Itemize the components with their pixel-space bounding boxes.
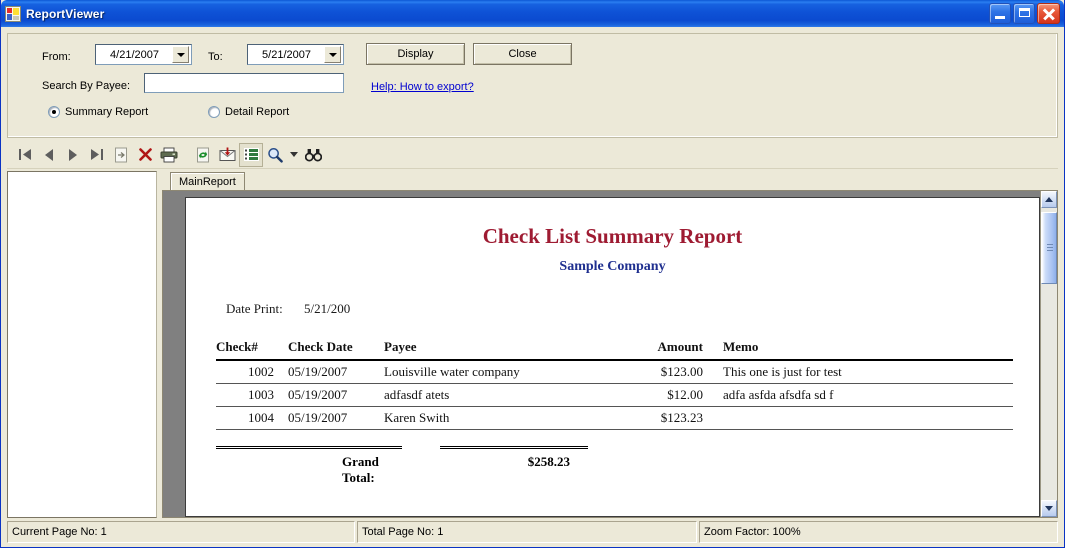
detail-report-label: Detail Report xyxy=(225,106,290,118)
cell-check-number: 1003 xyxy=(248,387,274,402)
report-viewer-area: MainReport Check List Summary Report Sam… xyxy=(7,171,1058,521)
column-header-amount: Amount xyxy=(657,339,703,354)
status-bar: Current Page No: 1 Total Page No: 1 Zoom… xyxy=(7,521,1058,543)
table-row: 1004 05/19/2007 Karen Swith $123.23 xyxy=(216,407,1013,430)
to-date-combo[interactable]: 5/21/2007 xyxy=(247,44,344,65)
previous-page-icon[interactable] xyxy=(37,143,61,167)
report-body: Check List Summary Report Sample Company… xyxy=(162,190,1058,518)
report-title: Check List Summary Report xyxy=(482,224,743,248)
grand-total-label: Grand Total: xyxy=(216,446,402,486)
display-button-label: Display xyxy=(397,48,434,60)
search-payee-input[interactable] xyxy=(144,73,344,93)
window-controls xyxy=(989,3,1062,24)
status-total-page: Total Page No: 1 xyxy=(357,521,697,543)
cell-check-date: 05/19/2007 xyxy=(288,410,348,425)
tab-main-report-label: MainReport xyxy=(179,175,236,188)
report-viewer-window: ReportViewer From: 4/21/2007 To: 5/21/20… xyxy=(0,0,1065,548)
cell-check-number: 1004 xyxy=(248,410,274,425)
title-bar: ReportViewer xyxy=(1,0,1064,27)
cell-memo: This one is just for test xyxy=(723,364,842,379)
summary-report-label: Summary Report xyxy=(65,106,149,118)
group-tree-panel[interactable] xyxy=(7,171,157,518)
scrollbar-track[interactable] xyxy=(1041,208,1057,500)
zoom-icon[interactable] xyxy=(263,143,287,167)
export-icon[interactable] xyxy=(215,143,239,167)
vertical-scrollbar[interactable] xyxy=(1040,191,1057,517)
cell-amount: $123.00 xyxy=(660,364,703,379)
search-text-icon[interactable] xyxy=(301,143,325,167)
stop-icon[interactable] xyxy=(133,143,157,167)
report-app-icon xyxy=(5,5,21,22)
grand-total-row: Grand Total: $258.23 xyxy=(216,446,1013,486)
report-subtitle: Sample Company xyxy=(559,259,666,274)
column-header-check-date: Check Date xyxy=(288,339,353,354)
cell-amount: $123.23 xyxy=(660,410,703,425)
grand-total-value: $258.23 xyxy=(440,446,588,486)
from-date-value: 4/21/2007 xyxy=(110,48,159,61)
column-header-check-number: Check# xyxy=(216,339,258,354)
from-date-combo[interactable]: 4/21/2007 xyxy=(95,44,192,65)
client-area: From: 4/21/2007 To: 5/21/2007 Search By … xyxy=(1,27,1064,521)
radio-indicator-summary[interactable] xyxy=(48,106,60,118)
first-page-icon[interactable] xyxy=(13,143,37,167)
to-label: To: xyxy=(208,51,223,63)
status-current-page: Current Page No: 1 xyxy=(7,521,355,543)
date-print-label: Date Print: xyxy=(226,301,283,316)
chevron-down-icon[interactable] xyxy=(324,46,341,63)
cell-payee: Louisville water company xyxy=(384,364,520,379)
minimize-button[interactable] xyxy=(989,3,1011,24)
cell-payee: adfasdf atets xyxy=(384,387,450,402)
scroll-down-button[interactable] xyxy=(1041,500,1057,517)
column-header-payee: Payee xyxy=(384,339,417,354)
print-icon[interactable] xyxy=(157,143,181,167)
close-button-label: Close xyxy=(508,48,537,60)
table-row: 1003 05/19/2007 adfasdf atets $12.00 adf… xyxy=(216,384,1013,407)
cell-memo: adfa asfda afsdfa sd f xyxy=(723,387,834,402)
check-list-table: Check# Check Date Payee Amount Memo 1002… xyxy=(216,339,1013,430)
from-label: From: xyxy=(42,51,71,63)
radio-indicator-detail[interactable] xyxy=(208,106,220,118)
chevron-down-icon[interactable] xyxy=(172,46,189,63)
cell-amount: $12.00 xyxy=(667,387,703,402)
to-date-value: 5/21/2007 xyxy=(262,48,311,61)
report-toolbar xyxy=(7,141,1058,169)
maximize-button[interactable] xyxy=(1013,3,1035,24)
last-page-icon[interactable] xyxy=(85,143,109,167)
cell-check-date: 05/19/2007 xyxy=(288,364,348,379)
scroll-up-button[interactable] xyxy=(1041,191,1057,208)
table-row: 1002 05/19/2007 Louisville water company… xyxy=(216,361,1013,384)
filter-panel: From: 4/21/2007 To: 5/21/2007 Search By … xyxy=(7,33,1058,138)
window-title: ReportViewer xyxy=(26,6,105,21)
page-scroll-region: Check List Summary Report Sample Company… xyxy=(163,191,1040,517)
report-pane: MainReport Check List Summary Report Sam… xyxy=(162,171,1058,518)
cell-payee: Karen Swith xyxy=(384,410,450,425)
report-tab-strip: MainReport xyxy=(162,171,1058,190)
column-header-memo: Memo xyxy=(723,339,759,354)
search-by-payee-label: Search By Payee: xyxy=(42,80,131,92)
summary-report-radio[interactable]: Summary Report xyxy=(48,106,148,118)
date-print-value: 5/21/200 xyxy=(304,301,351,316)
tab-main-report[interactable]: MainReport xyxy=(170,172,245,190)
date-print-line: Date Print: 5/21/200 xyxy=(226,301,1039,317)
refresh-icon[interactable] xyxy=(191,143,215,167)
detail-report-radio[interactable]: Detail Report xyxy=(208,106,289,118)
display-button[interactable]: Display xyxy=(366,43,465,65)
next-page-icon[interactable] xyxy=(61,143,85,167)
cell-check-date: 05/19/2007 xyxy=(288,387,348,402)
close-report-button[interactable]: Close xyxy=(473,43,572,65)
go-to-page-icon[interactable] xyxy=(109,143,133,167)
report-page: Check List Summary Report Sample Company… xyxy=(185,197,1040,517)
toggle-group-tree-icon[interactable] xyxy=(239,142,263,167)
status-zoom-factor: Zoom Factor: 100% xyxy=(699,521,1058,543)
scrollbar-thumb[interactable] xyxy=(1041,212,1057,284)
toolbar-separator xyxy=(181,143,191,167)
help-export-link[interactable]: Help: How to export? xyxy=(371,81,474,93)
cell-check-number: 1002 xyxy=(248,364,274,379)
close-button[interactable] xyxy=(1037,3,1060,24)
table-header-row: Check# Check Date Payee Amount Memo xyxy=(216,339,1013,361)
zoom-dropdown-icon[interactable] xyxy=(287,143,301,167)
